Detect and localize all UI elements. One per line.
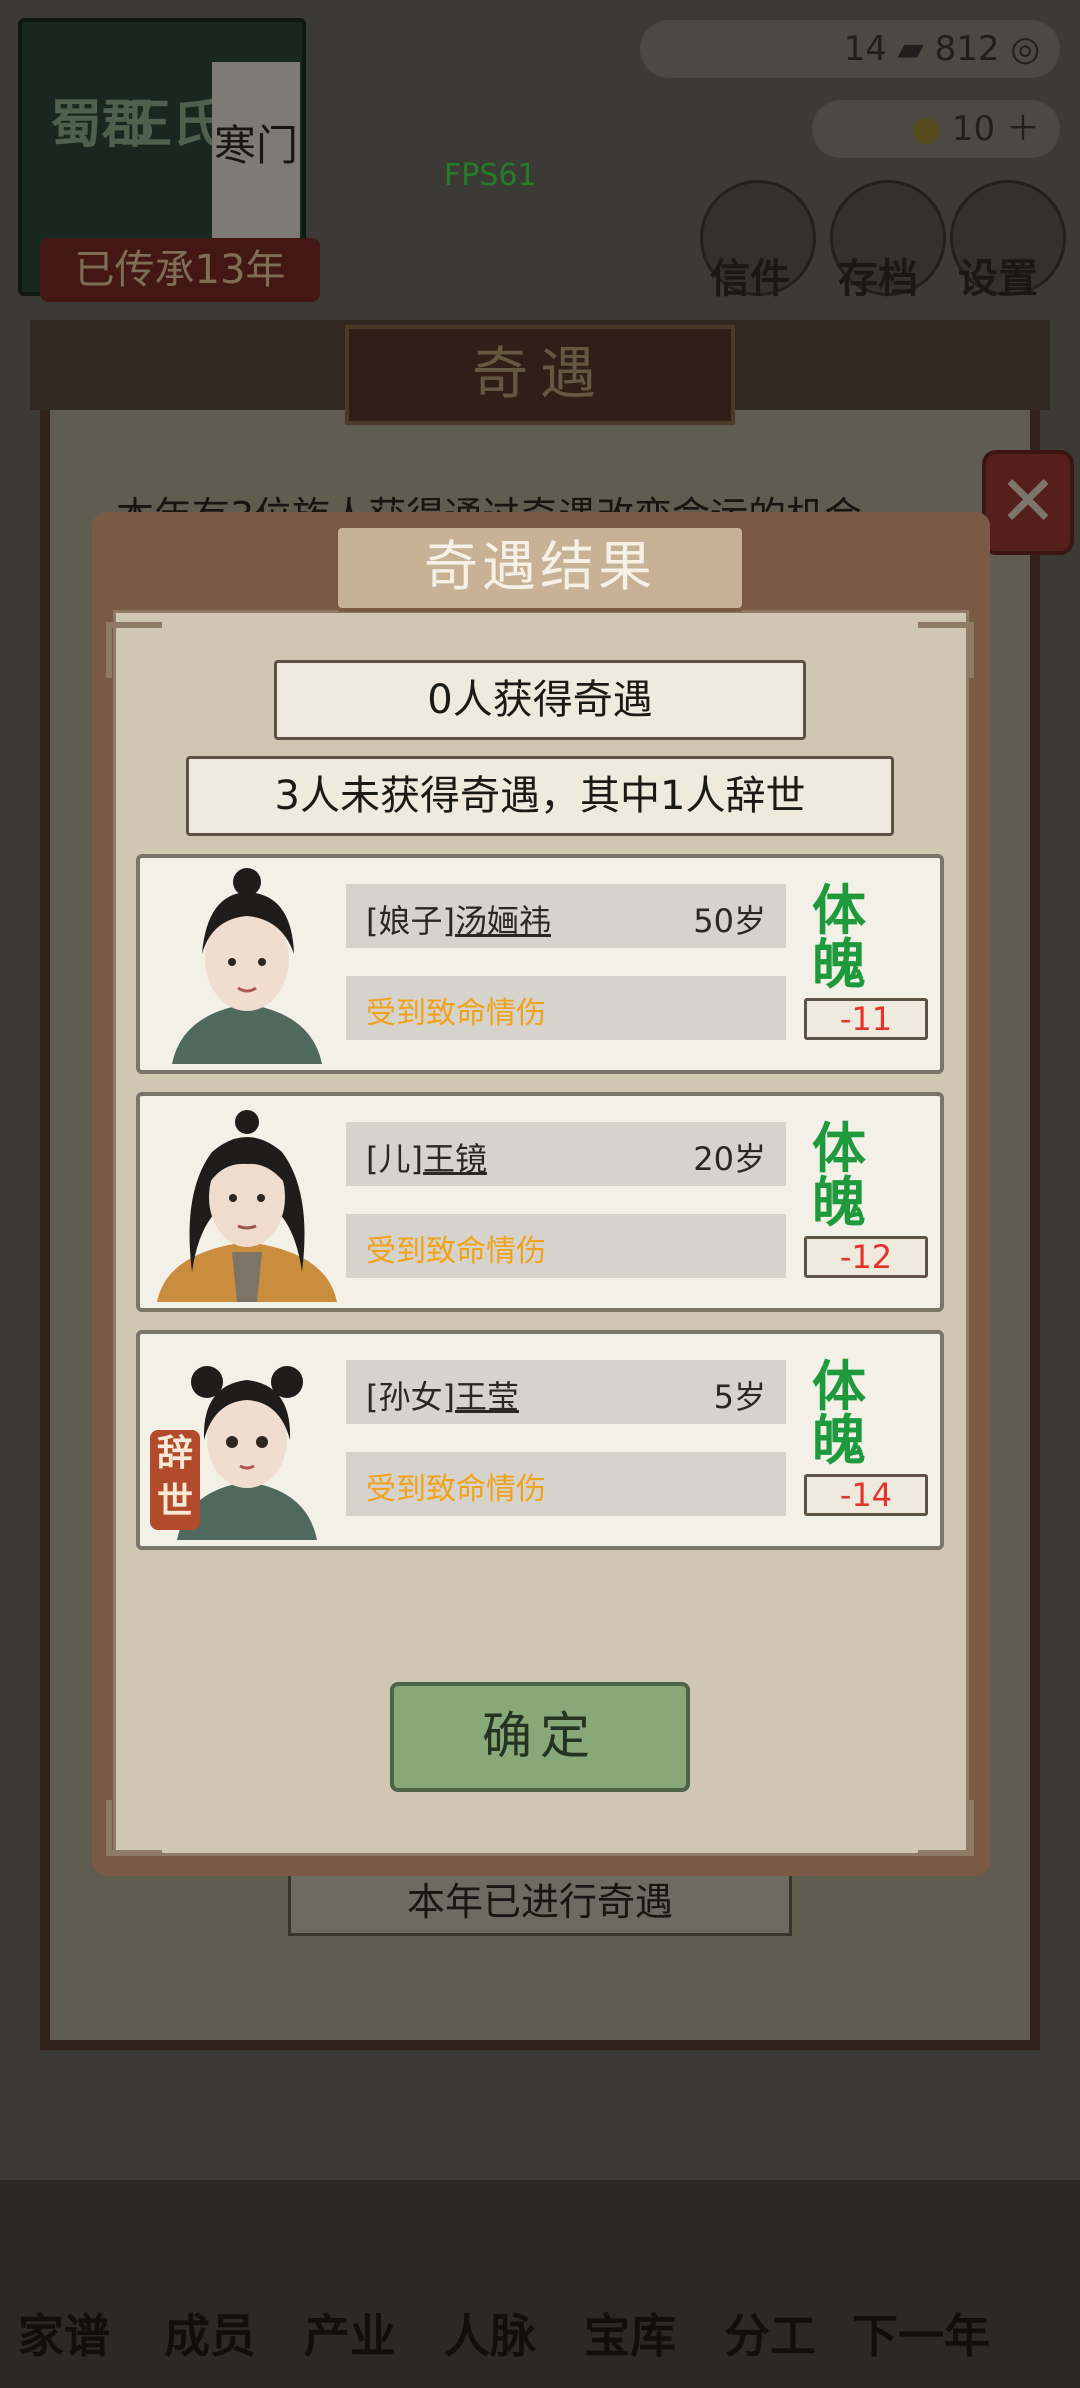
modal-title: 奇遇结果 xyxy=(334,524,746,612)
member-status-bar: 受到致命情伤 xyxy=(346,1452,786,1516)
member-age: 5岁 xyxy=(713,1378,766,1416)
member-status: 受到致命情伤 xyxy=(366,1472,546,1507)
member-name-bar: [孙女]王莹 5岁 xyxy=(346,1360,786,1424)
member-name-bar: [儿]王镜 20岁 xyxy=(346,1122,786,1186)
attribute-label: 体魄 xyxy=(812,879,866,996)
deceased-badge: 辞世 xyxy=(150,1430,200,1530)
member-status: 受到致命情伤 xyxy=(366,996,546,1031)
member-age: 20岁 xyxy=(693,1140,766,1178)
frame-corner xyxy=(918,622,974,678)
gained-count: 0人获得奇遇 xyxy=(274,660,806,740)
member-card: [娘子]汤婳祎 50岁 受到致命情伤 体魄 -11 xyxy=(136,854,944,1074)
member-status-bar: 受到致命情伤 xyxy=(346,976,786,1040)
attribute-delta: -14 xyxy=(804,1474,928,1516)
portrait-avatar xyxy=(172,868,322,1064)
member-status: 受到致命情伤 xyxy=(366,1234,546,1269)
attribute-delta: -11 xyxy=(804,998,928,1040)
frame-corner xyxy=(106,1800,162,1856)
portrait-avatar xyxy=(157,1110,337,1302)
frame-corner xyxy=(106,622,162,678)
member-card: [儿]王镜 20岁 受到致命情伤 体魄 -12 xyxy=(136,1092,944,1312)
member-relation: [孙女] xyxy=(366,1378,455,1416)
member-card: 辞世 [孙女]王莹 5岁 受到致命情伤 体魄 -14 xyxy=(136,1330,944,1550)
attribute-label: 体魄 xyxy=(812,1117,866,1234)
frame-corner xyxy=(918,1800,974,1856)
member-name-bar: [娘子]汤婳祎 50岁 xyxy=(346,884,786,948)
member-status-bar: 受到致命情伤 xyxy=(346,1214,786,1278)
member-age: 50岁 xyxy=(693,902,766,940)
not-gained-count: 3人未获得奇遇，其中1人辞世 xyxy=(186,756,894,836)
attribute-delta: -12 xyxy=(804,1236,928,1278)
member-name[interactable]: 王镜 xyxy=(423,1140,487,1178)
member-name[interactable]: 汤婳祎 xyxy=(455,902,551,940)
member-relation: [娘子] xyxy=(366,902,455,940)
member-relation: [儿] xyxy=(366,1140,423,1178)
attribute-label: 体魄 xyxy=(812,1355,866,1472)
member-name[interactable]: 王莹 xyxy=(455,1378,519,1416)
confirm-button[interactable]: 确定 xyxy=(390,1682,690,1792)
